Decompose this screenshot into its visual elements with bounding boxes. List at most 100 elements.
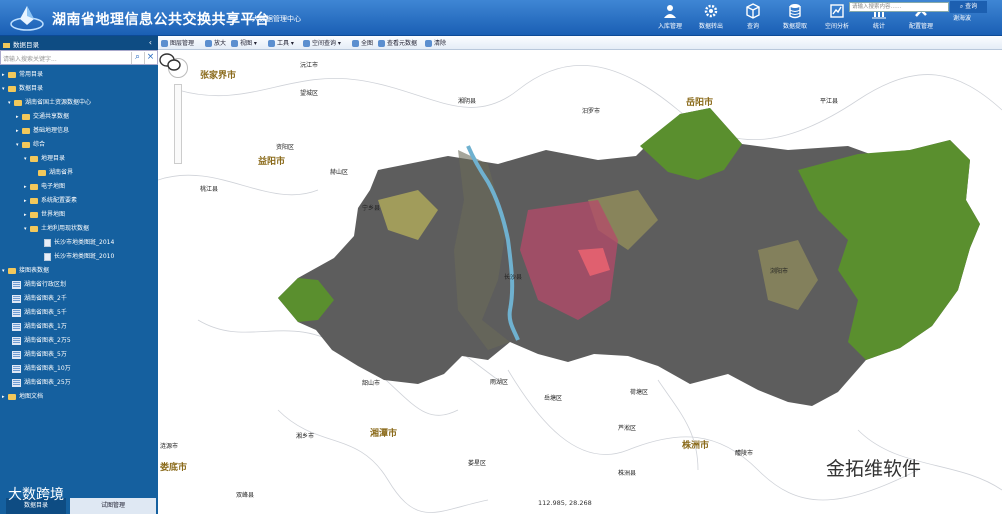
map-search-input[interactable]: 请输入搜索内容…… xyxy=(849,2,949,12)
map-label: 娄底市 xyxy=(160,463,188,473)
view-menu-button[interactable]: 视图 ▾ xyxy=(231,38,257,47)
tree-item[interactable]: ▾ 接图表数据 xyxy=(2,265,49,277)
tab-view-management[interactable]: 试图管理 xyxy=(70,498,156,514)
spatial-query-icon xyxy=(303,40,310,47)
map-label: 汨罗市 xyxy=(582,108,601,115)
app-subtitle: 大数据管理中心 xyxy=(252,15,301,23)
sidebar-search-placeholder: 请输入搜索关键字... xyxy=(3,56,57,63)
wechat-icon xyxy=(159,53,181,71)
map-label: 张家界市 xyxy=(200,71,237,81)
nav-analysis-label: 空间分析 xyxy=(824,23,849,30)
cube-icon xyxy=(746,3,760,19)
zoom-in-icon xyxy=(205,40,212,47)
nav-import[interactable]: 入库管理 xyxy=(651,2,689,34)
spatial-query-button[interactable]: 空间查询 ▾ xyxy=(303,38,341,47)
tree-item[interactable]: ▸ 交通共享数据 xyxy=(16,111,69,123)
metadata-button[interactable]: 查看元数据 xyxy=(378,38,417,47)
nav-query[interactable]: 查询 xyxy=(734,2,772,34)
tree-item[interactable]: ▾ 综合 xyxy=(16,139,45,151)
map-toolbar: 图层管理 放大 视图 ▾ 工具 ▾ 空间查询 ▾ 全图 查看元数据 清除 xyxy=(158,36,1002,50)
tree-item[interactable]: ▸ 地图文档 xyxy=(2,391,43,403)
tools-menu-button[interactable]: 工具 ▾ xyxy=(268,38,294,47)
map-label: 娄星区 xyxy=(468,460,487,467)
logo-icon xyxy=(10,6,44,31)
tree-item[interactable]: ▾ 土地利用现状数据 xyxy=(24,223,89,235)
nav-query-label: 查询 xyxy=(746,23,759,30)
map-search-button[interactable]: ⌕ 查询 xyxy=(950,1,987,13)
globe-icon xyxy=(352,40,359,47)
tree-item[interactable]: ▾ 湖南省国土资源数据中心 xyxy=(8,97,91,109)
map-label: 芦淞区 xyxy=(618,425,637,432)
tree-item[interactable]: 湖南省界 xyxy=(32,167,73,179)
sidebar-title: 数据目录 xyxy=(13,41,39,49)
map-label: 资阳区 xyxy=(276,144,295,151)
tree-item[interactable]: 湖南省图表_2千 xyxy=(12,293,67,305)
tree-item[interactable]: ▾ 地理目录 xyxy=(24,153,65,165)
map-view[interactable]: 张家界市 益阳市 岳阳市 湘潭市 株洲市 娄底市 长沙县 望城区 宁乡县 沅江市… xyxy=(158,50,1002,514)
map-label: 株洲县 xyxy=(618,470,637,477)
tree-item[interactable]: 湖南省行政区划 xyxy=(12,279,66,291)
nav-statistics-label: 统计 xyxy=(872,23,885,30)
tree-item[interactable]: 湖南省图表_25万 xyxy=(12,377,71,389)
sidebar-header: 数据目录 ‹ xyxy=(0,36,158,50)
coordinate-readout: 112.985, 28.268 xyxy=(538,499,592,507)
tree-item[interactable]: 湖南省图表_2万5 xyxy=(12,335,71,347)
nav-import-label: 入库管理 xyxy=(657,23,682,30)
map-label: 宁乡县 xyxy=(362,205,381,212)
nav-extract-label: 数据提取 xyxy=(782,23,807,30)
map-label: 湘潭市 xyxy=(370,429,398,439)
map-label: 荷塘区 xyxy=(630,389,649,396)
full-extent-button[interactable]: 全图 xyxy=(352,38,373,47)
tree-item[interactable]: 长沙市地类图斑_2014 xyxy=(38,237,114,249)
nav-extract[interactable]: 数据提取 xyxy=(776,2,814,34)
collapse-icon[interactable]: ‹ xyxy=(149,38,152,47)
eye-icon xyxy=(378,40,385,47)
sidebar-search[interactable]: 请输入搜索关键字... ⌕ × xyxy=(0,50,158,65)
tree-item[interactable]: ▸ 系统配置要素 xyxy=(24,195,77,207)
nav-export-label: 数据转出 xyxy=(698,23,723,30)
tree-item[interactable]: 湖南省图表_5千 xyxy=(12,307,67,319)
map-label: 雨湖区 xyxy=(490,379,509,386)
map-label: 湘阴县 xyxy=(458,98,477,105)
gear-icon xyxy=(704,4,718,18)
zoom-in-button[interactable]: 放大 xyxy=(205,38,226,47)
map-canvas xyxy=(158,64,1002,513)
zoom-slider[interactable] xyxy=(174,84,182,164)
brand-badge: 大数跨境 xyxy=(8,487,64,503)
tree-item[interactable]: ▸ 常用目录 xyxy=(2,69,43,81)
user-upload-icon xyxy=(664,5,676,18)
layer-manager-button[interactable]: 图层管理 xyxy=(161,38,194,47)
nav-config-label: 配置管理 xyxy=(908,23,933,30)
map-label: 岳阳市 xyxy=(686,98,714,108)
clear-button[interactable]: 清除 xyxy=(425,38,446,47)
map-label: 望城区 xyxy=(300,90,319,97)
user-name[interactable]: 谢海波 xyxy=(953,13,971,22)
map-label: 沅江市 xyxy=(300,62,319,69)
tree-item[interactable]: ▸ 基础地理信息 xyxy=(16,125,69,137)
tree-item[interactable]: 长沙市地类图斑_2010 xyxy=(38,251,114,263)
map-label: 涟源市 xyxy=(160,443,179,450)
wrench-icon xyxy=(268,40,275,47)
map-label: 湘乡市 xyxy=(296,433,315,440)
tree-item[interactable]: ▸ 电子地图 xyxy=(24,181,65,193)
map-label: 赫山区 xyxy=(330,169,349,176)
tree-item[interactable]: 湖南省图表_10万 xyxy=(12,363,71,375)
map-label: 浏阳市 xyxy=(770,268,789,275)
map-label: 醴陵市 xyxy=(735,450,754,457)
folder-icon xyxy=(3,42,10,48)
map-label: 平江县 xyxy=(820,98,839,105)
tree-item[interactable]: 湖南省图表_5万 xyxy=(12,349,67,361)
close-icon[interactable]: × xyxy=(144,52,156,64)
eraser-icon xyxy=(425,40,432,47)
map-label: 益阳市 xyxy=(258,157,286,167)
search-icon[interactable]: ⌕ xyxy=(131,52,143,64)
tree-item[interactable]: ▸ 世界地图 xyxy=(24,209,65,221)
map-label: 双峰县 xyxy=(236,492,255,499)
tree-item[interactable]: ▾ 数据目录 xyxy=(2,83,43,95)
nav-export[interactable]: 数据转出 xyxy=(692,2,730,34)
map-label: 长沙县 xyxy=(504,274,523,281)
layers-icon xyxy=(161,40,168,47)
map-label: 株洲市 xyxy=(682,441,710,451)
watermark-text: 金拓维软件 xyxy=(826,458,922,480)
tree-item[interactable]: 湖南省图表_1万 xyxy=(12,321,67,333)
